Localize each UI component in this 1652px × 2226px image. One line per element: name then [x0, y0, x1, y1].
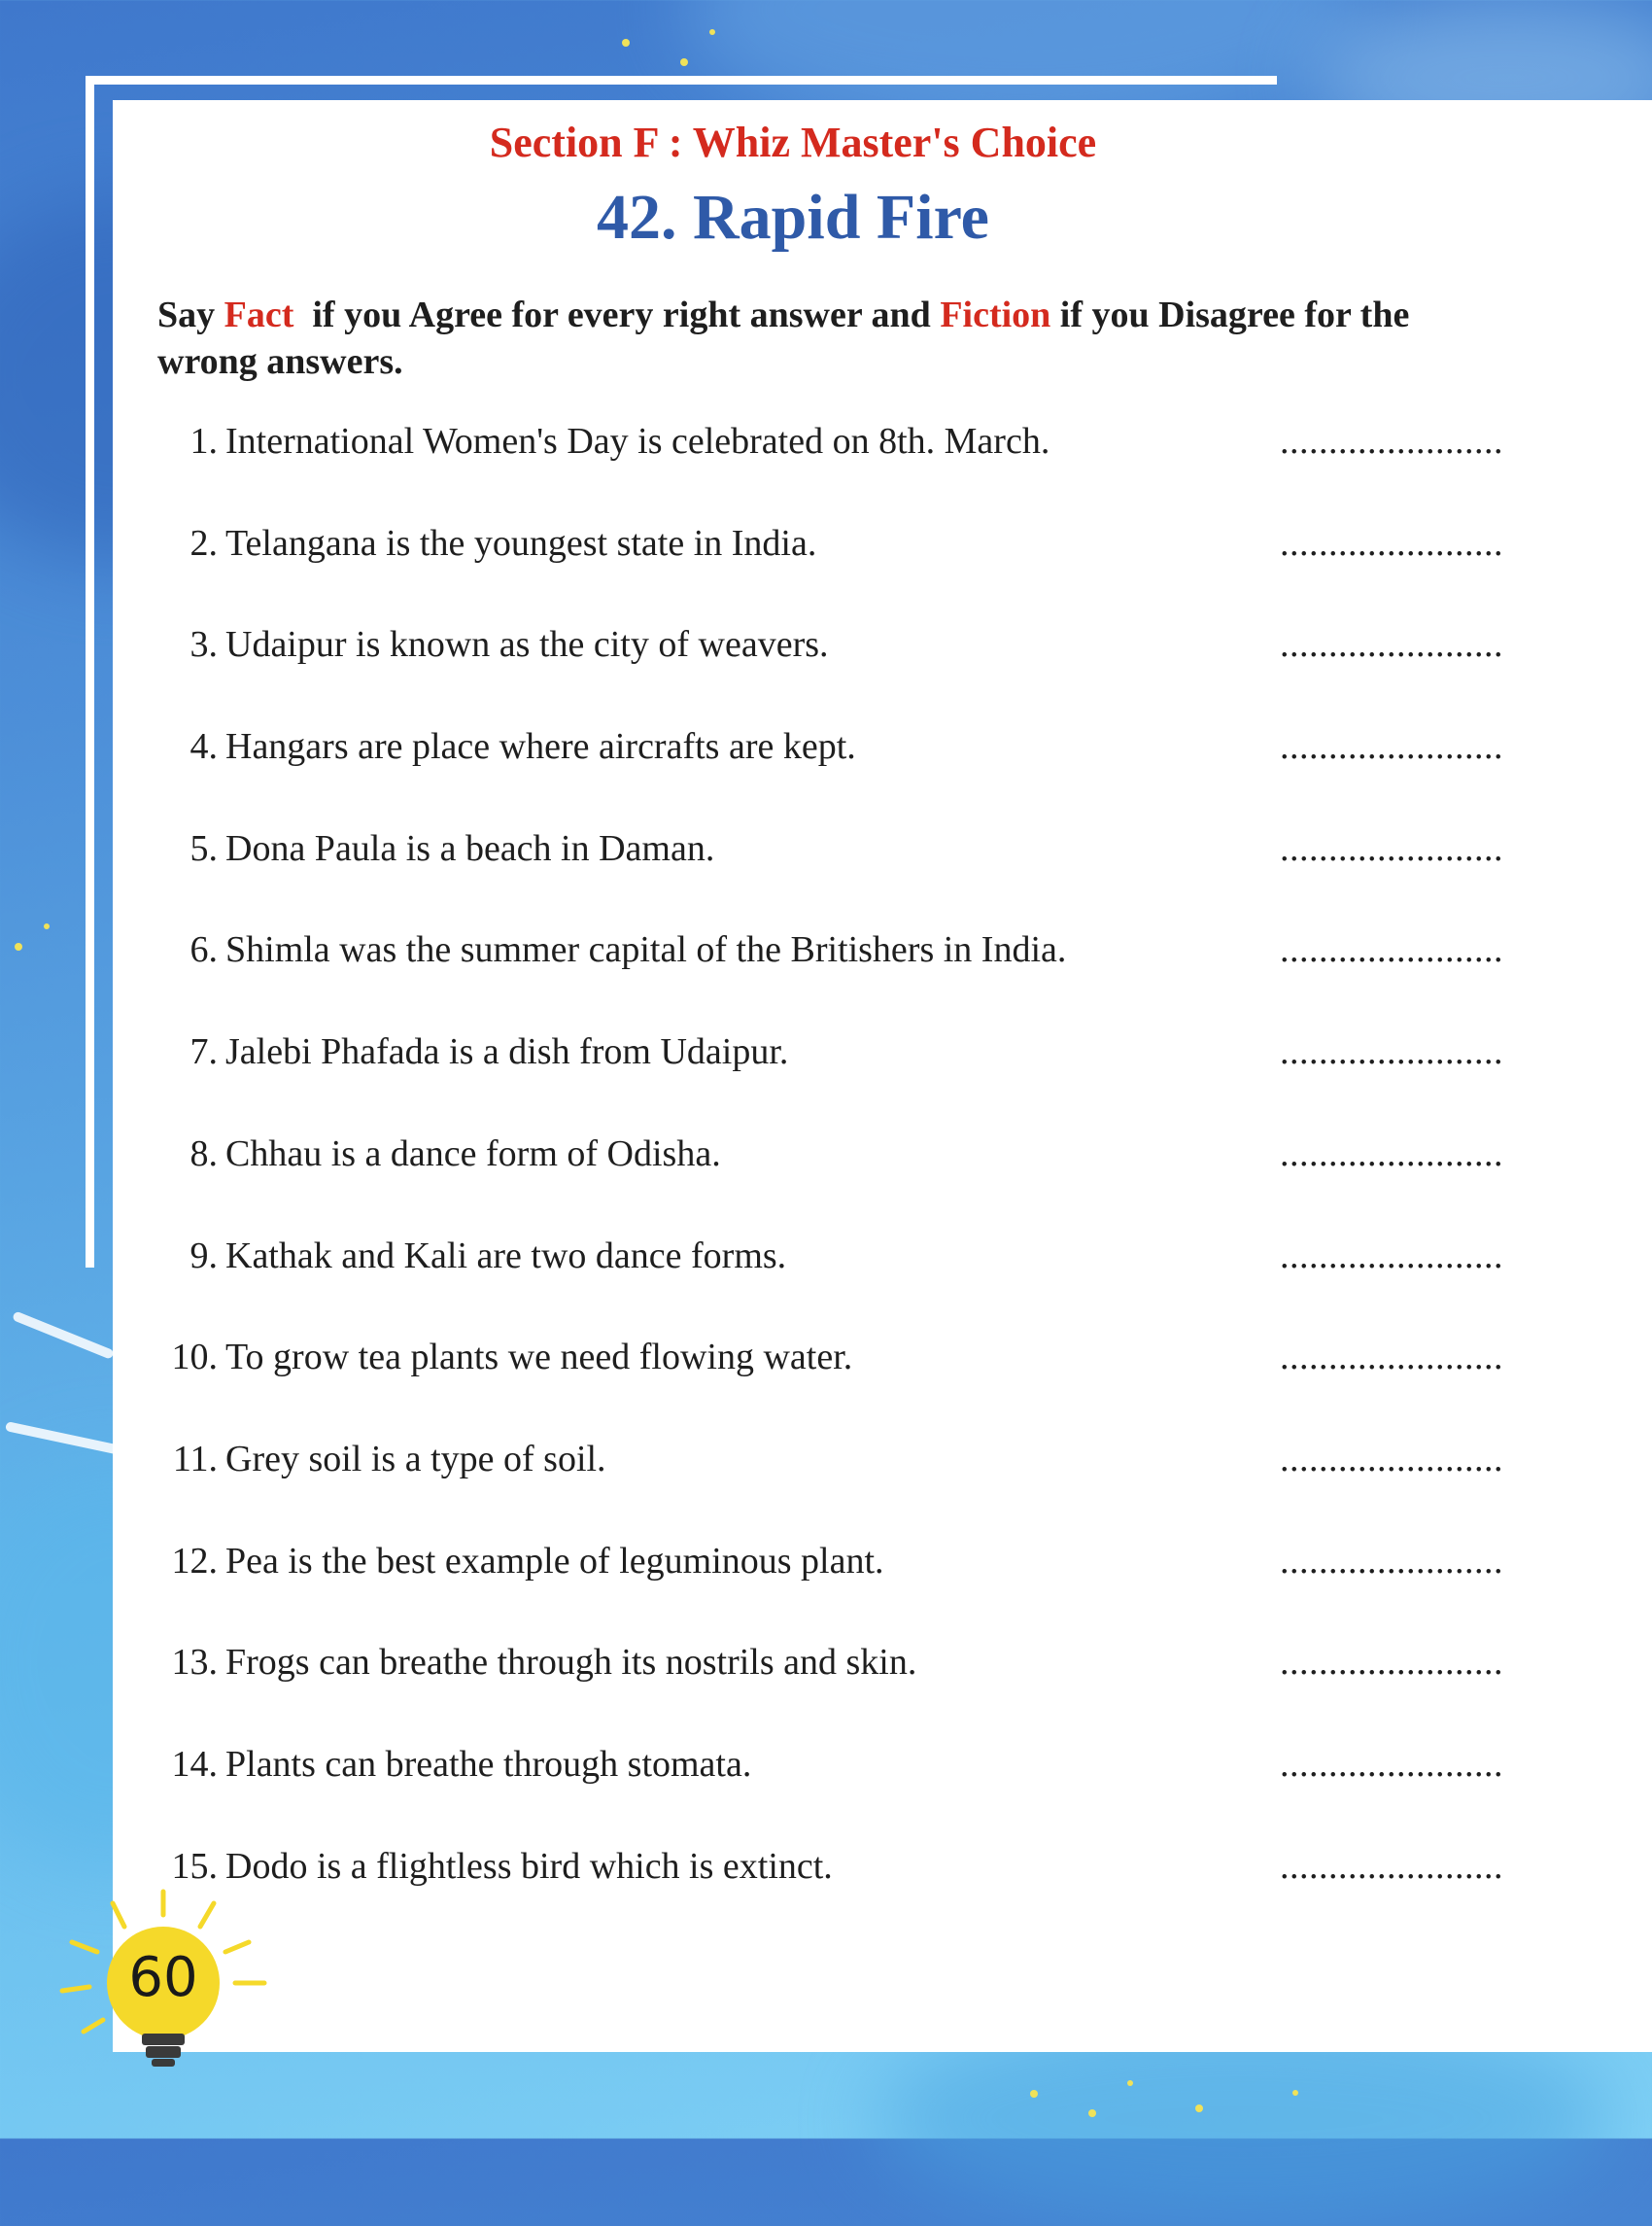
- question-number: 4.: [189, 726, 219, 768]
- question-number: 10.: [171, 1337, 219, 1378]
- fact-keyword: Fact: [224, 295, 294, 335]
- answer-blank[interactable]: .......................: [1280, 1438, 1503, 1480]
- question-item: 7. Jalebi Phafada is a dish from Udaipur.…: [146, 1030, 1526, 1132]
- question-text: Frogs can breathe through its nostrils a…: [225, 1642, 917, 1684]
- answer-blank[interactable]: .......................: [1280, 827, 1503, 870]
- question-number: 8.: [189, 1132, 219, 1174]
- answer-blank[interactable]: .......................: [1280, 1845, 1503, 1888]
- yellow-speck: [622, 39, 630, 47]
- question-text: To grow tea plants we need flowing water…: [225, 1337, 853, 1378]
- page-number: 60: [128, 1946, 198, 2009]
- question-number: 15.: [171, 1845, 219, 1887]
- question-text: Hangars are place where aircrafts are ke…: [225, 726, 856, 768]
- answer-blank[interactable]: .......................: [1280, 420, 1503, 463]
- yellow-speck: [680, 58, 688, 66]
- question-number: 3.: [189, 624, 219, 666]
- question-text: Plants can breathe through stomata.: [225, 1743, 752, 1785]
- question-text: Kathak and Kali are two dance forms.: [225, 1235, 787, 1276]
- answer-blank[interactable]: .......................: [1280, 928, 1503, 971]
- answer-blank[interactable]: .......................: [1280, 623, 1503, 666]
- yellow-speck: [709, 29, 715, 35]
- question-item: 9. Kathak and Kali are two dance forms...…: [146, 1235, 1526, 1337]
- answer-blank[interactable]: .......................: [1280, 1132, 1503, 1175]
- answer-blank[interactable]: .......................: [1280, 522, 1503, 565]
- answer-blank[interactable]: .......................: [1280, 1540, 1503, 1583]
- answer-blank[interactable]: .......................: [1280, 1030, 1503, 1073]
- question-item: 3. Udaipur is known as the city of weaver…: [146, 623, 1526, 725]
- question-text: Chhau is a dance form of Odisha.: [225, 1132, 721, 1174]
- question-number: 14.: [171, 1743, 219, 1785]
- question-number: 6.: [189, 929, 219, 971]
- yellow-speck: [1030, 2090, 1038, 2098]
- question-item: 15. Dodo is a flightless bird which is ex…: [146, 1845, 1526, 1947]
- question-item: 2. Telangana is the youngest state in Ind…: [146, 522, 1526, 624]
- question-item: 13. Frogs can breathe through its nostril…: [146, 1641, 1526, 1743]
- answer-blank[interactable]: .......................: [1280, 725, 1503, 768]
- page-title: 42. Rapid Fire: [597, 182, 989, 253]
- yellow-speck: [1292, 2090, 1298, 2096]
- yellow-speck: [44, 923, 50, 929]
- question-text: Udaipur is known as the city of weavers.: [225, 624, 829, 666]
- question-number: 11.: [172, 1438, 218, 1479]
- question-item: 8. Chhau is a dance form of Odisha.......…: [146, 1132, 1526, 1235]
- white-streak: [4, 1421, 121, 1455]
- question-text: Shimla was the summer capital of the Bri…: [225, 929, 1067, 971]
- question-number: 9.: [189, 1235, 219, 1276]
- section-label: Section F : Whiz Master's Choice: [489, 119, 1097, 166]
- question-text: Telangana is the youngest state in India…: [225, 522, 817, 564]
- answer-blank[interactable]: .......................: [1280, 1336, 1503, 1378]
- question-item: 1. International Women's Day is celebrate…: [146, 420, 1526, 522]
- question-item: 10. To grow tea plants we need flowing wa…: [146, 1336, 1526, 1438]
- question-number: 7.: [189, 1031, 219, 1073]
- yellow-speck: [15, 943, 22, 951]
- answer-blank[interactable]: .......................: [1280, 1743, 1503, 1786]
- question-number: 2.: [189, 522, 219, 564]
- question-text: Dona Paula is a beach in Daman.: [225, 827, 715, 869]
- question-number: 1.: [189, 421, 219, 462]
- instructions-text: if you Agree for every right answer and: [293, 295, 941, 335]
- frame-line-top: [86, 76, 1277, 85]
- yellow-speck: [1127, 2080, 1133, 2086]
- question-item: 5. Dona Paula is a beach in Daman........…: [146, 827, 1526, 929]
- question-item: 12. Pea is the best example of leguminous…: [146, 1540, 1526, 1642]
- instructions: Say Fact if you Agree for every right an…: [157, 292, 1518, 385]
- fiction-keyword: Fiction: [940, 295, 1051, 335]
- answer-blank[interactable]: .......................: [1280, 1641, 1503, 1684]
- answer-blank[interactable]: .......................: [1280, 1235, 1503, 1277]
- yellow-speck: [1195, 2104, 1203, 2112]
- question-list: 1. International Women's Day is celebrate…: [146, 420, 1526, 1946]
- question-text: Pea is the best example of leguminous pl…: [225, 1540, 884, 1582]
- question-item: 6. Shimla was the summer capital of the B…: [146, 928, 1526, 1030]
- question-item: 14. Plants can breathe through stomata...…: [146, 1743, 1526, 1845]
- frame-line-left: [86, 76, 94, 1268]
- white-streak: [12, 1310, 115, 1360]
- question-number: 13.: [171, 1642, 219, 1684]
- yellow-speck: [1088, 2109, 1096, 2117]
- question-item: 11. Grey soil is a type of soil..........…: [146, 1438, 1526, 1540]
- question-item: 4. Hangars are place where aircrafts are …: [146, 725, 1526, 827]
- question-number: 12.: [171, 1540, 219, 1582]
- question-text: Dodo is a flightless bird which is extin…: [225, 1845, 833, 1887]
- question-text: International Women's Day is celebrated …: [225, 421, 1050, 462]
- question-number: 5.: [189, 827, 219, 869]
- instructions-text: Say: [157, 295, 224, 335]
- question-text: Grey soil is a type of soil.: [225, 1438, 606, 1479]
- question-text: Jalebi Phafada is a dish from Udaipur.: [225, 1031, 789, 1073]
